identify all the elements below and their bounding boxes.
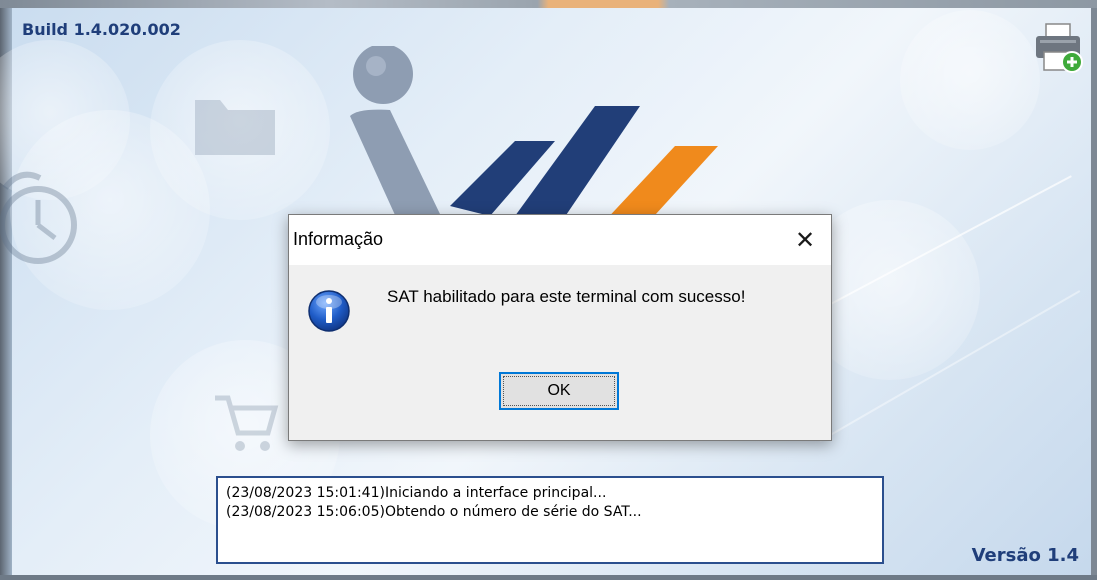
dialog-title: Informação <box>293 229 384 249</box>
dialog-titlebar[interactable]: Informação ✕ <box>289 215 831 265</box>
dialog-message: SAT habilitado para este terminal com su… <box>387 287 746 306</box>
close-icon[interactable]: ✕ <box>785 221 825 259</box>
bottom-frame <box>0 575 1097 580</box>
build-label: Build 1.4.020.002 <box>22 20 181 39</box>
log-line: (23/08/2023 15:06:05)Obtendo o número de… <box>226 504 642 520</box>
background-decoration <box>900 10 1040 150</box>
log-panel[interactable]: (23/08/2023 15:01:41)Iniciando a interfa… <box>216 476 884 564</box>
printer-add-icon[interactable] <box>1034 22 1084 74</box>
ok-button-focus-ring <box>503 376 615 406</box>
alarm-clock-icon <box>0 171 77 264</box>
version-label: Versão 1.4 <box>971 545 1079 566</box>
info-icon <box>308 290 350 332</box>
info-dialog: Informação ✕ SAT habilitado para este te… <box>288 214 832 441</box>
top-frame <box>0 0 1097 8</box>
company-logo <box>350 46 718 226</box>
cart-icon <box>215 395 279 451</box>
right-frame <box>1091 8 1097 580</box>
log-line: (23/08/2023 15:01:41)Iniciando a interfa… <box>226 485 607 501</box>
folder-icon <box>195 100 275 155</box>
ok-button[interactable]: OK <box>499 372 619 410</box>
main-window: Build 1.4.020.002 Informação ✕ SAT habil… <box>0 0 1097 580</box>
